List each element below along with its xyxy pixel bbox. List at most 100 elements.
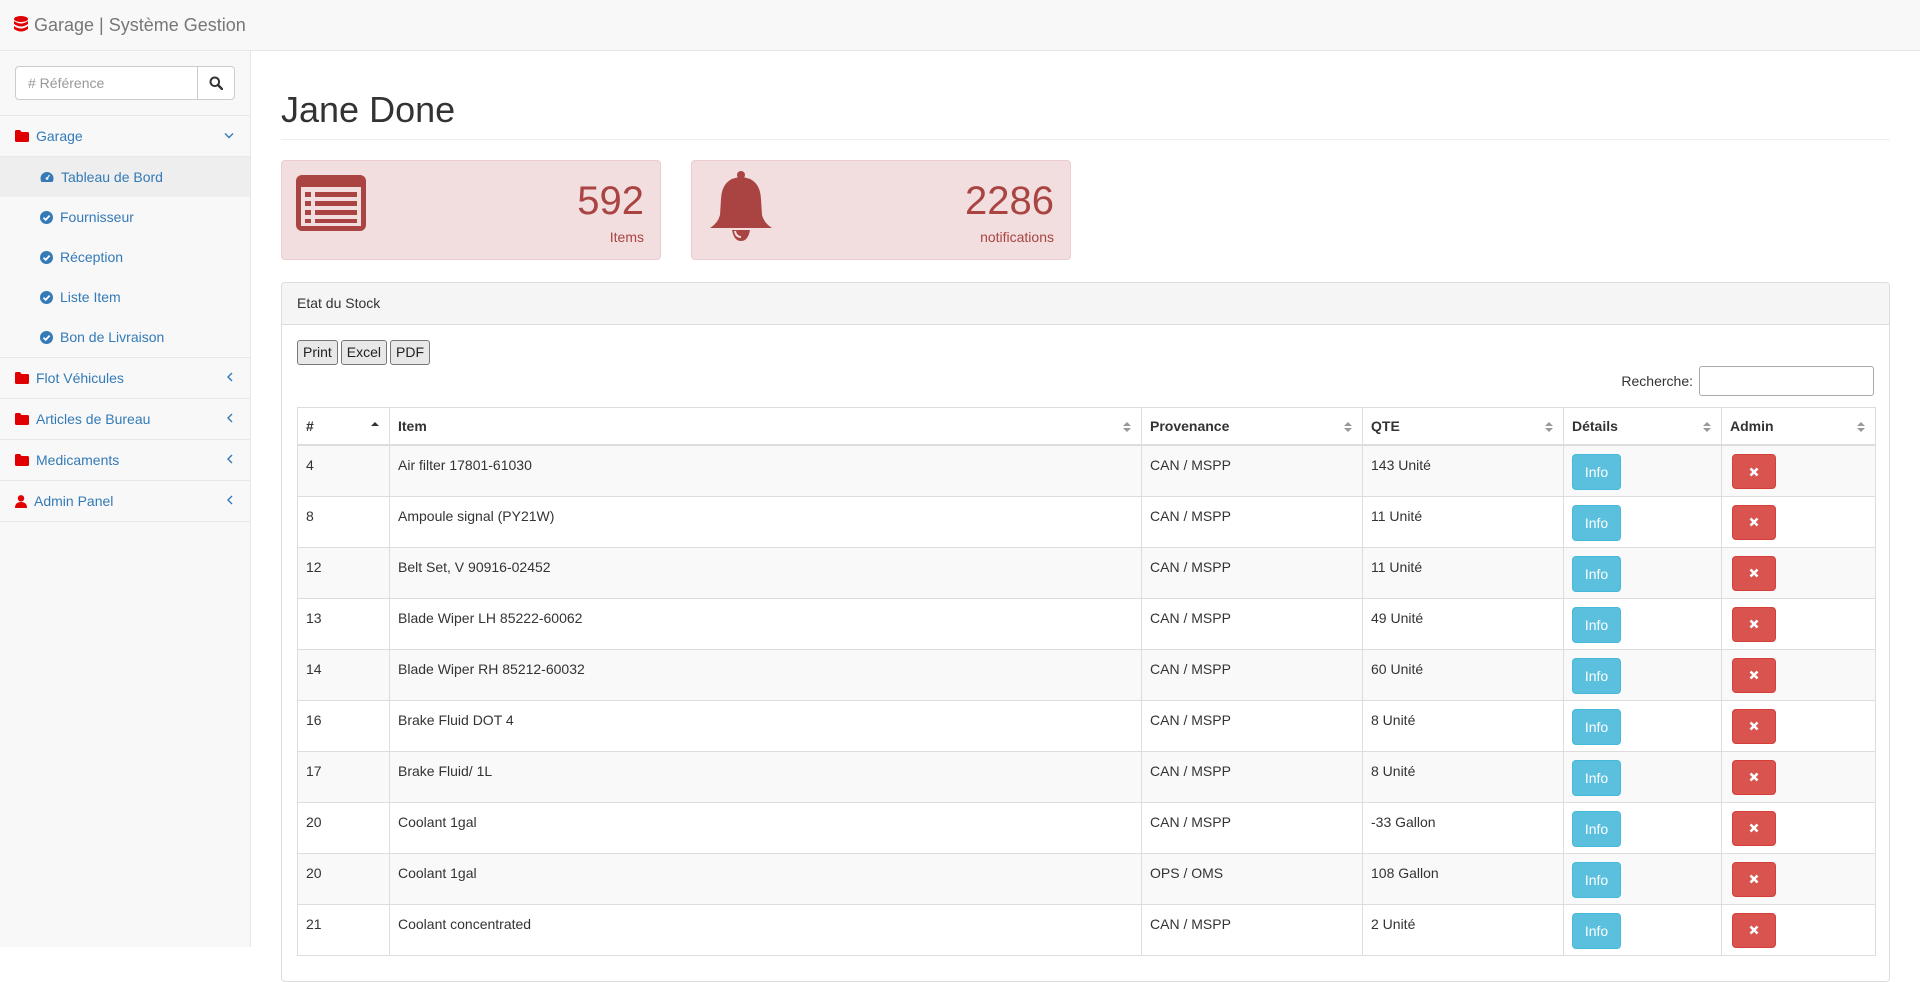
cell-details: Info xyxy=(1563,750,1722,803)
folder-icon xyxy=(15,130,29,142)
column-header-item[interactable]: Item xyxy=(389,406,1142,447)
info-button[interactable]: Info xyxy=(1572,912,1621,949)
cell-provenance: CAN / MSPP xyxy=(1141,546,1363,599)
cell-item: Ampoule signal (PY21W) xyxy=(389,495,1142,548)
delete-button[interactable] xyxy=(1732,912,1776,948)
cell-admin xyxy=(1721,597,1876,650)
cell-qte: 143 Unité xyxy=(1362,444,1564,497)
cell-details: Info xyxy=(1563,495,1722,548)
cell-item: Belt Set, V 90916-02452 xyxy=(389,546,1142,599)
table-search-input[interactable] xyxy=(1699,365,1874,396)
cell-details: Info xyxy=(1563,597,1722,650)
close-icon xyxy=(1749,721,1759,731)
delete-button[interactable] xyxy=(1732,555,1776,591)
table-row: 14 Blade Wiper RH 85212-60032 CAN / MSPP… xyxy=(297,648,1876,701)
top-navbar: Garage | Système Gestion xyxy=(0,0,1920,51)
database-icon xyxy=(14,16,28,32)
info-button[interactable]: Info xyxy=(1572,606,1621,643)
sidebar-item-bon-de-livraison[interactable]: Bon de Livraison xyxy=(0,317,250,357)
info-button[interactable]: Info xyxy=(1572,555,1621,592)
folder-icon xyxy=(15,413,29,425)
info-button[interactable]: Info xyxy=(1572,454,1621,491)
sidebar-item-label: Fournisseur xyxy=(60,209,134,225)
reference-search-input[interactable] xyxy=(15,66,197,100)
column-header-provenance[interactable]: Provenance xyxy=(1141,406,1363,447)
sidebar-item-admin-panel[interactable]: Admin Panel xyxy=(0,481,250,522)
close-icon xyxy=(1749,568,1759,578)
sidebar-search xyxy=(0,51,250,116)
close-icon xyxy=(1749,619,1759,629)
table-row: 20 Coolant 1gal OPS / OMS 108 Gallon Inf… xyxy=(297,852,1876,905)
cell-id: 12 xyxy=(297,546,390,599)
info-button[interactable]: Info xyxy=(1572,657,1621,694)
cell-details: Info xyxy=(1563,903,1722,956)
sidebar-item-flot-vehicules[interactable]: Flot Véhicules xyxy=(0,358,250,399)
column-header-details[interactable]: Détails xyxy=(1563,406,1722,447)
cell-admin xyxy=(1721,495,1876,548)
cell-provenance: CAN / MSPP xyxy=(1141,699,1363,752)
excel-button[interactable]: Excel xyxy=(340,339,388,365)
info-button[interactable]: Info xyxy=(1572,504,1621,541)
cell-id: 16 xyxy=(297,699,390,752)
items-stat-card[interactable]: 592 Items xyxy=(281,159,661,260)
cell-details: Info xyxy=(1563,699,1722,752)
notifications-stat-card[interactable]: 2286 notifications xyxy=(691,159,1071,260)
cell-provenance: CAN / MSPP xyxy=(1141,648,1363,701)
sidebar-item-tableau-de-bord[interactable]: Tableau de Bord xyxy=(0,157,250,197)
table-row: 20 Coolant 1gal CAN / MSPP -33 Gallon In… xyxy=(297,801,1876,854)
cell-id: 4 xyxy=(297,444,390,497)
delete-button[interactable] xyxy=(1732,657,1776,693)
sidebar-item-garage[interactable]: Garage xyxy=(0,116,250,157)
sidebar-item-label: Articles de Bureau xyxy=(36,411,151,427)
column-header-id[interactable]: # xyxy=(297,406,390,447)
delete-button[interactable] xyxy=(1732,810,1776,846)
stat-row: 592 Items 2286 notifications xyxy=(281,159,1890,260)
table-body: 4 Air filter 17801-61030 CAN / MSPP 143 … xyxy=(297,444,1876,956)
cell-qte: 2 Unité xyxy=(1362,903,1564,956)
cell-item: Coolant concentrated xyxy=(389,903,1142,956)
close-icon xyxy=(1749,925,1759,935)
info-button[interactable]: Info xyxy=(1572,861,1621,898)
check-circle-icon xyxy=(40,330,53,344)
cell-item: Brake Fluid DOT 4 xyxy=(389,699,1142,752)
column-header-qte[interactable]: QTE xyxy=(1362,406,1564,447)
info-button[interactable]: Info xyxy=(1572,810,1621,847)
table-row: 4 Air filter 17801-61030 CAN / MSPP 143 … xyxy=(297,444,1876,497)
table-row: 21 Coolant concentrated CAN / MSPP 2 Uni… xyxy=(297,903,1876,956)
table-row: 8 Ampoule signal (PY21W) CAN / MSPP 11 U… xyxy=(297,495,1876,548)
list-icon xyxy=(296,174,366,234)
info-button[interactable]: Info xyxy=(1572,759,1621,796)
delete-button[interactable] xyxy=(1732,861,1776,897)
cell-id: 21 xyxy=(297,903,390,956)
sidebar-item-reception[interactable]: Réception xyxy=(0,237,250,277)
cell-qte: 11 Unité xyxy=(1362,495,1564,548)
search-button[interactable] xyxy=(197,66,235,100)
brand-link[interactable]: Garage | Système Gestion xyxy=(14,15,246,36)
sort-both-icon xyxy=(1703,420,1711,436)
column-header-admin[interactable]: Admin xyxy=(1721,406,1876,447)
delete-button[interactable] xyxy=(1732,504,1776,540)
cell-admin xyxy=(1721,699,1876,752)
cell-qte: 8 Unité xyxy=(1362,699,1564,752)
sidebar-item-medicaments[interactable]: Medicaments xyxy=(0,440,250,481)
close-icon xyxy=(1749,467,1759,477)
delete-button[interactable] xyxy=(1732,606,1776,642)
sidebar-item-fournisseur[interactable]: Fournisseur xyxy=(0,197,250,237)
delete-button[interactable] xyxy=(1732,759,1776,795)
sidebar-item-label: Medicaments xyxy=(36,452,120,468)
dashboard-icon xyxy=(40,171,54,183)
delete-button[interactable] xyxy=(1732,708,1776,744)
print-button[interactable]: Print xyxy=(297,339,338,365)
delete-button[interactable] xyxy=(1732,454,1776,490)
info-button[interactable]: Info xyxy=(1572,708,1621,745)
sort-both-icon xyxy=(1857,420,1865,436)
sort-both-icon xyxy=(1123,420,1131,436)
cell-admin xyxy=(1721,546,1876,599)
sidebar-item-liste-item[interactable]: Liste Item xyxy=(0,277,250,317)
table-filter: Recherche: xyxy=(297,365,1874,396)
sidebar-item-articles-de-bureau[interactable]: Articles de Bureau xyxy=(0,399,250,440)
cell-provenance: OPS / OMS xyxy=(1141,852,1363,905)
close-icon xyxy=(1749,772,1759,782)
chevron-left-icon xyxy=(226,494,234,508)
pdf-button[interactable]: PDF xyxy=(390,339,431,365)
